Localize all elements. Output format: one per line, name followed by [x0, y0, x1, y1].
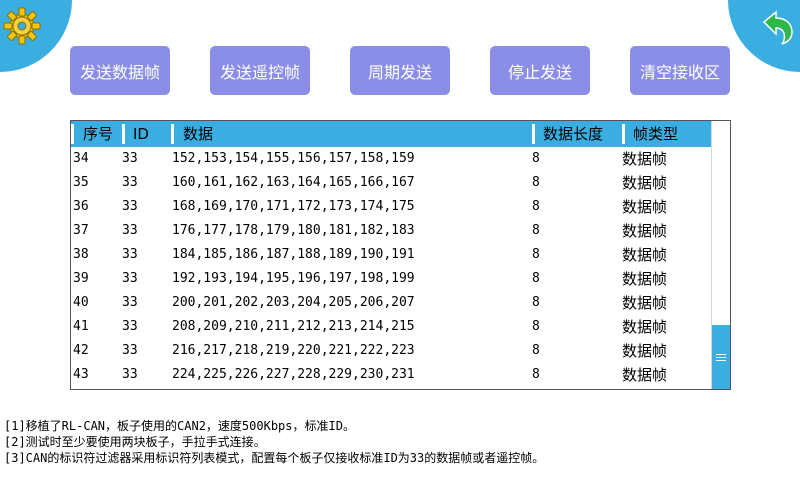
table-row[interactable]: 41 33 208,209,210,211,212,213,214,215 8 … [71, 315, 711, 339]
table-scrollbar[interactable] [711, 121, 730, 389]
cell-data: 168,169,170,171,172,173,174,175 [172, 199, 415, 214]
scrollbar-thumb[interactable] [712, 325, 730, 389]
cell-seq: 35 [73, 175, 89, 190]
cell-length: 8 [532, 223, 540, 238]
table-row[interactable]: 40 33 200,201,202,203,204,205,206,207 8 … [71, 291, 711, 315]
cell-seq: 41 [73, 319, 89, 334]
cell-length: 8 [532, 151, 540, 166]
periodic-send-button[interactable]: 周期发送 [350, 46, 450, 95]
cell-id: 33 [122, 151, 138, 166]
header-separator [622, 124, 625, 144]
cell-length: 8 [532, 199, 540, 214]
cell-id: 33 [122, 175, 138, 190]
cell-frame-type: 数据帧 [622, 270, 668, 288]
header-separator [122, 124, 125, 144]
cell-seq: 38 [73, 247, 89, 262]
cell-frame-type: 数据帧 [622, 198, 668, 216]
clear-receive-button[interactable]: 清空接收区 [630, 46, 730, 95]
cell-id: 33 [122, 247, 138, 262]
cell-data: 216,217,218,219,220,221,222,223 [172, 343, 415, 358]
cell-frame-type: 数据帧 [622, 318, 668, 336]
header-separator [532, 124, 535, 144]
cell-length: 8 [532, 295, 540, 310]
cell-length: 8 [532, 247, 540, 262]
cell-data: 184,185,186,187,188,189,190,191 [172, 247, 415, 262]
grip-line [716, 360, 726, 361]
cell-data: 200,201,202,203,204,205,206,207 [172, 295, 415, 310]
cell-frame-type: 数据帧 [622, 222, 668, 240]
table-row[interactable]: 36 33 168,169,170,171,172,173,174,175 8 … [71, 195, 711, 219]
cell-seq: 36 [73, 199, 89, 214]
cell-frame-type: 数据帧 [622, 150, 668, 168]
table-row[interactable]: 35 33 160,161,162,163,164,165,166,167 8 … [71, 171, 711, 195]
header-data: 数据 [183, 125, 214, 143]
cell-seq: 39 [73, 271, 89, 286]
send-remote-frame-button[interactable]: 发送遥控帧 [210, 46, 310, 95]
cell-data: 160,161,162,163,164,165,166,167 [172, 175, 415, 190]
cell-seq: 42 [73, 343, 89, 358]
header-length: 数据长度 [543, 125, 604, 143]
send-data-frame-button[interactable]: 发送数据帧 [70, 46, 170, 95]
cell-data: 208,209,210,211,212,213,214,215 [172, 319, 415, 334]
cell-frame-type: 数据帧 [622, 294, 668, 312]
cell-id: 33 [122, 271, 138, 286]
header-id: ID [133, 125, 149, 143]
cell-id: 33 [122, 343, 138, 358]
table-header: 序号 ID 数据 数据长度 帧类型 [71, 121, 711, 147]
info-notes: [1]移植了RL-CAN，板子使用的CAN2，速度500Kbps，标准ID。 [… [4, 418, 796, 466]
cell-length: 8 [532, 271, 540, 286]
cell-id: 33 [122, 367, 138, 382]
gear-icon[interactable] [2, 6, 42, 46]
table-row[interactable]: 39 33 192,193,194,195,196,197,198,199 8 … [71, 267, 711, 291]
cell-data: 192,193,194,195,196,197,198,199 [172, 271, 415, 286]
table-row[interactable]: 34 33 152,153,154,155,156,157,158,159 8 … [71, 147, 711, 171]
cell-id: 33 [122, 223, 138, 238]
table-row[interactable]: 38 33 184,185,186,187,188,189,190,191 8 … [71, 243, 711, 267]
cell-seq: 43 [73, 367, 89, 382]
cell-length: 8 [532, 319, 540, 334]
cell-length: 8 [532, 343, 540, 358]
cell-id: 33 [122, 319, 138, 334]
grip-line [716, 357, 726, 358]
cell-id: 33 [122, 295, 138, 310]
note-line: [2]测试时至少要使用两块板子，手拉手式连接。 [4, 435, 266, 449]
cell-frame-type: 数据帧 [622, 342, 668, 360]
cell-frame-type: 数据帧 [622, 174, 668, 192]
cell-frame-type: 数据帧 [622, 246, 668, 264]
grip-line [716, 354, 726, 355]
cell-length: 8 [532, 175, 540, 190]
cell-seq: 40 [73, 295, 89, 310]
header-separator [171, 124, 174, 144]
cell-frame-type: 数据帧 [622, 366, 668, 384]
receive-table: 序号 ID 数据 数据长度 帧类型 34 33 152,153,154,155,… [70, 120, 731, 390]
header-frame-type: 帧类型 [633, 125, 679, 143]
header-separator [71, 124, 74, 144]
back-corner[interactable] [728, 0, 800, 72]
table-row[interactable]: 37 33 176,177,178,179,180,181,182,183 8 … [71, 219, 711, 243]
table-row[interactable]: 43 33 224,225,226,227,228,229,230,231 8 … [71, 363, 711, 387]
return-arrow-icon[interactable] [758, 8, 798, 48]
note-line: [3]CAN的标识符过滤器采用标识符列表模式，配置每个板子仅接收标准ID为33的… [4, 451, 545, 465]
stop-send-button[interactable]: 停止发送 [490, 46, 590, 95]
cell-data: 224,225,226,227,228,229,230,231 [172, 367, 415, 382]
cell-seq: 37 [73, 223, 89, 238]
table-row[interactable]: 42 33 216,217,218,219,220,221,222,223 8 … [71, 339, 711, 363]
header-seq: 序号 [83, 125, 114, 143]
cell-seq: 34 [73, 151, 89, 166]
cell-data: 176,177,178,179,180,181,182,183 [172, 223, 415, 238]
settings-corner[interactable] [0, 0, 72, 72]
cell-id: 33 [122, 199, 138, 214]
note-line: [1]移植了RL-CAN，板子使用的CAN2，速度500Kbps，标准ID。 [4, 419, 355, 433]
cell-length: 8 [532, 367, 540, 382]
cell-data: 152,153,154,155,156,157,158,159 [172, 151, 415, 166]
